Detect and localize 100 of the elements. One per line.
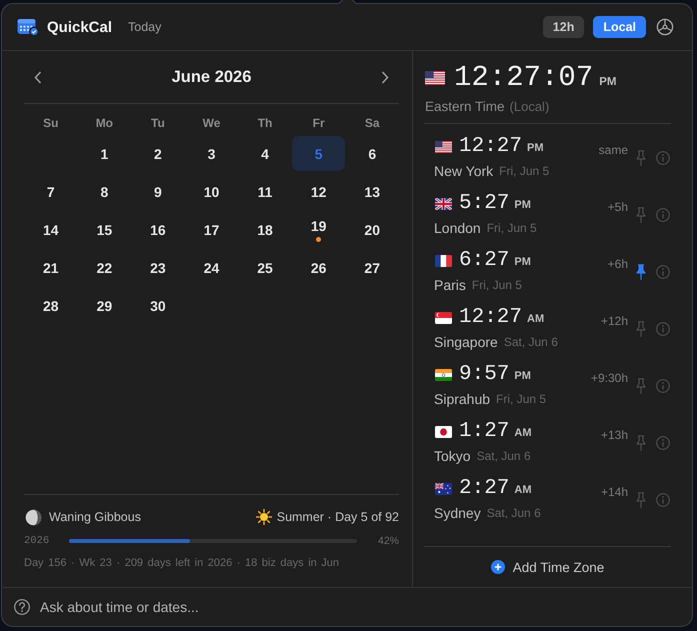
moon-phase-label: Waning Gibbous — [49, 510, 141, 524]
pin-icon[interactable] — [636, 378, 646, 394]
weekday-label: Fr — [312, 116, 325, 130]
pin-icon[interactable] — [636, 206, 646, 222]
steering-wheel-icon[interactable] — [656, 18, 674, 36]
zone-date: Sat, Jun 6 — [486, 506, 541, 520]
day-cell[interactable]: 15 — [78, 212, 132, 247]
help-icon — [14, 599, 30, 615]
info-icon[interactable] — [656, 208, 670, 222]
ask-field[interactable]: Ask about time or dates... — [40, 597, 680, 617]
day-cell[interactable]: 12 — [292, 174, 346, 209]
city-name: Tokyo — [434, 448, 471, 464]
zone-time: 9:57 — [459, 364, 510, 386]
info-icon[interactable] — [656, 322, 670, 336]
info-icon[interactable] — [656, 378, 670, 392]
period-label: PM — [514, 370, 531, 382]
day-cell[interactable]: 8 — [78, 174, 132, 209]
uk-flag-icon — [435, 198, 452, 210]
pin-icon[interactable] — [636, 320, 646, 336]
zone-date: Sat, Jun 6 — [504, 335, 558, 349]
info-icon[interactable] — [656, 492, 670, 506]
period-label: AM — [514, 427, 532, 439]
day-cell[interactable]: 27 — [345, 250, 399, 285]
day-cell[interactable]: 2 — [131, 136, 185, 171]
toggle-button[interactable]: 12h — [542, 16, 584, 38]
day-cell[interactable]: 30 — [131, 288, 185, 323]
info-icon[interactable] — [656, 150, 670, 164]
offset-label: +13h — [600, 426, 628, 442]
pin-icon[interactable] — [636, 150, 646, 166]
day-cell[interactable]: 23 — [131, 250, 185, 285]
weekday-label: Tu — [151, 116, 165, 130]
day-cell[interactable]: 14 — [24, 212, 78, 247]
info-icon[interactable] — [656, 436, 670, 450]
chevron-left-icon[interactable] — [34, 70, 42, 84]
day-cell[interactable]: 1 — [78, 136, 132, 171]
chevron-right-icon[interactable] — [381, 70, 389, 84]
day-cell[interactable]: 11 — [238, 174, 292, 209]
offset-label: +6h — [608, 256, 628, 270]
day-cell[interactable]: 13 — [345, 174, 399, 209]
zone-time: 5:27 — [459, 193, 510, 215]
day-cell[interactable]: 24 — [184, 250, 238, 285]
day-cell[interactable]: 20 — [345, 212, 399, 247]
add-time-zone-button[interactable]: Add Time Zone — [490, 560, 604, 574]
weekday-label: Mo — [96, 116, 114, 130]
city-name: Singapore — [434, 334, 498, 350]
zone-time: 1:27 — [459, 421, 510, 443]
progress-percent: 42% — [376, 535, 399, 547]
us-flag-icon — [435, 141, 452, 153]
timezone-name: Eastern Time — [425, 98, 505, 114]
period-label: PM — [599, 76, 616, 88]
city-name: London — [434, 220, 481, 236]
weekday-label: Sa — [364, 116, 380, 130]
season-label: Summer · Day 5 of 92 — [276, 510, 399, 524]
day-cell[interactable]: 7 — [24, 174, 78, 209]
us-flag-icon — [425, 71, 445, 85]
period-label: PM — [514, 256, 531, 268]
month-title: June 2026 — [172, 68, 252, 86]
zone-time: 12:27 — [459, 136, 522, 158]
today-button[interactable]: Today — [128, 20, 162, 34]
zone-date: Fri, Jun 5 — [472, 278, 522, 292]
day-cell[interactable]: 26 — [292, 250, 346, 285]
zone-date: Fri, Jun 5 — [486, 221, 537, 235]
weekday-label: We — [202, 116, 220, 130]
toggle-button[interactable]: Local — [593, 16, 646, 38]
day-cell[interactable]: 29 — [78, 288, 132, 323]
day-cell[interactable]: 25 — [238, 250, 292, 285]
info-icon[interactable] — [656, 264, 670, 278]
day-cell[interactable]: 17 — [184, 212, 238, 247]
calendar-icon — [17, 18, 39, 36]
zone-time: 2:27 — [459, 478, 510, 500]
clock-time: 12:27:07 — [454, 61, 594, 95]
local-note: (Local) — [510, 98, 550, 114]
zone-date: Fri, Jun 5 — [496, 392, 546, 406]
offset-label: same — [598, 142, 628, 156]
day-cell[interactable]: 21 — [24, 250, 78, 285]
day-cell[interactable]: 16 — [131, 212, 185, 247]
offset-label: +14h — [600, 484, 628, 498]
day-cell[interactable]: 6 — [345, 136, 399, 171]
australia-flag-icon — [435, 483, 452, 495]
zone-time: 12:27 — [459, 307, 522, 329]
city-name: Paris — [434, 277, 466, 293]
pin-icon[interactable] — [636, 492, 646, 508]
pin-icon[interactable] — [636, 434, 646, 450]
day-cell[interactable]: 18 — [238, 212, 292, 247]
day-cell[interactable]: 22 — [78, 250, 132, 285]
day-cell[interactable]: 9 — [131, 174, 185, 209]
day-cell[interactable]: 10 — [184, 174, 238, 209]
zone-date: Sat, Jun 6 — [476, 449, 531, 463]
singapore-flag-icon — [435, 312, 452, 324]
day-cell[interactable]: 3 — [184, 136, 238, 171]
offset-label: +9:30h — [590, 370, 628, 384]
period-label: AM — [527, 313, 544, 325]
stats-text: Day 156 · Wk 23 · 209 days left in 2026 · 18 biz days in Jun — [24, 557, 340, 571]
day-cell[interactable]: 4 — [238, 136, 292, 171]
period-label: PM — [527, 142, 544, 154]
india-flag-icon — [435, 369, 452, 381]
japan-flag-icon — [435, 426, 452, 438]
day-cell[interactable]: 19 — [292, 212, 346, 247]
pin-icon[interactable] — [636, 264, 646, 280]
day-cell[interactable]: 28 — [24, 288, 78, 323]
